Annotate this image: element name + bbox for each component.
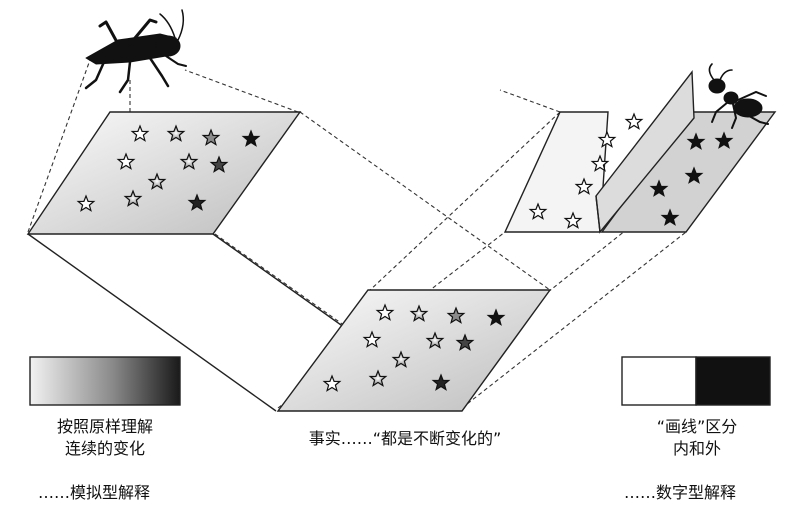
fact-caption: 事实……“都是不断变化的” [308, 429, 502, 448]
fact-plane [276, 289, 552, 412]
analog-legend-label: ……模拟型解释 [38, 483, 151, 502]
grasshopper-icon [84, 9, 187, 94]
digital-caption-line2: 内和外 [672, 439, 721, 458]
digital-caption: “画线”区分 内和外 [612, 416, 782, 460]
analog-caption-line1: 按照原样理解 [56, 417, 153, 436]
diagram-canvas: 按照原样理解 连续的变化 ……模拟型解释 事实……“都是不断变化的” “画线”区… [0, 0, 800, 517]
analog-plane [26, 111, 302, 235]
digital-legend-label: ……数字型解释 [624, 483, 737, 502]
analog-gradient-bar [29, 356, 181, 406]
star-icon [625, 113, 643, 130]
digital-binary-bar [621, 356, 771, 406]
digital-plane-inside [503, 111, 609, 233]
analog-caption: 按照原样理解 连续的变化 [30, 416, 180, 460]
digital-caption-line1: “画线”区分 [656, 417, 738, 436]
analog-caption-line2: 连续的变化 [64, 439, 145, 458]
